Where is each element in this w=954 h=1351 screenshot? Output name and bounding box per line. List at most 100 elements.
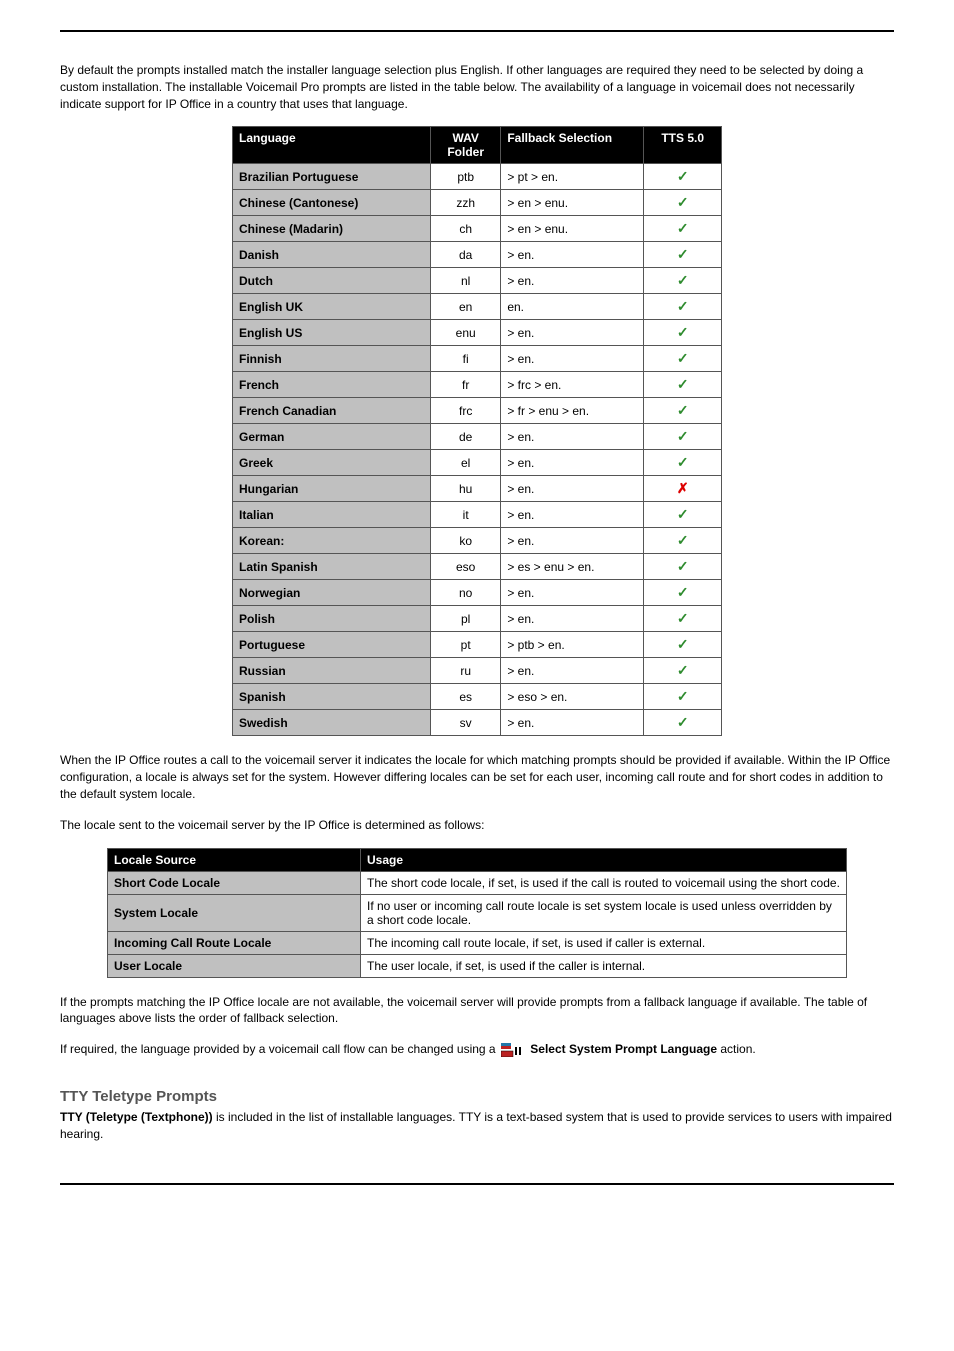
fallback-cell: > en. xyxy=(501,658,644,684)
wav-folder-cell: zzh xyxy=(431,190,501,216)
fallback-cell: > en. xyxy=(501,424,644,450)
wav-folder-cell: no xyxy=(431,580,501,606)
th-fallback: Fallback Selection xyxy=(501,127,644,164)
table-row: English USenu> en.✓ xyxy=(233,320,722,346)
tts-cell: ✓ xyxy=(644,450,722,476)
check-icon: ✓ xyxy=(677,324,689,340)
fallback-cell: > es > enu > en. xyxy=(501,554,644,580)
locale-usage-cell: If no user or incoming call route locale… xyxy=(361,894,847,931)
check-icon: ✓ xyxy=(677,376,689,392)
tts-cell: ✓ xyxy=(644,684,722,710)
cross-icon: ✗ xyxy=(677,480,689,496)
wav-folder-cell: ru xyxy=(431,658,501,684)
lang-name-cell: Norwegian xyxy=(233,580,431,606)
check-icon: ✓ xyxy=(677,454,689,470)
table-row: System LocaleIf no user or incoming call… xyxy=(108,894,847,931)
table-row: Italianit> en.✓ xyxy=(233,502,722,528)
table-row: Finnishfi> en.✓ xyxy=(233,346,722,372)
check-icon: ✓ xyxy=(677,532,689,548)
tts-cell: ✓ xyxy=(644,346,722,372)
fallback-cell: en. xyxy=(501,294,644,320)
tts-cell: ✓ xyxy=(644,164,722,190)
lang-name-cell: Brazilian Portuguese xyxy=(233,164,431,190)
tts-cell: ✓ xyxy=(644,398,722,424)
locale-usage-cell: The incoming call route locale, if set, … xyxy=(361,931,847,954)
check-icon: ✓ xyxy=(677,636,689,652)
table-row: Polishpl> en.✓ xyxy=(233,606,722,632)
lang-name-cell: Chinese (Madarin) xyxy=(233,216,431,242)
locale-usage-cell: The short code locale, if set, is used i… xyxy=(361,871,847,894)
tty-lead: TTY (Teletype (Textphone)) xyxy=(60,1110,213,1124)
check-icon: ✓ xyxy=(677,506,689,522)
paragraph-after-locale: If the prompts matching the IP Office lo… xyxy=(60,994,894,1028)
lang-name-cell: Spanish xyxy=(233,684,431,710)
tts-cell: ✓ xyxy=(644,268,722,294)
locale-source-cell: System Locale xyxy=(108,894,361,931)
check-icon: ✓ xyxy=(677,168,689,184)
wav-folder-cell: el xyxy=(431,450,501,476)
tts-cell: ✓ xyxy=(644,658,722,684)
intro-paragraph: By default the prompts installed match t… xyxy=(60,62,894,112)
table-row: Germande> en.✓ xyxy=(233,424,722,450)
lang-name-cell: English UK xyxy=(233,294,431,320)
tts-cell: ✓ xyxy=(644,372,722,398)
fallback-cell: > en. xyxy=(501,242,644,268)
locale-table: Locale Source Usage Short Code LocaleThe… xyxy=(107,848,847,978)
locale-source-cell: User Locale xyxy=(108,954,361,977)
tts-cell: ✗ xyxy=(644,476,722,502)
lang-name-cell: Chinese (Cantonese) xyxy=(233,190,431,216)
fallback-cell: > en. xyxy=(501,320,644,346)
top-rule xyxy=(60,30,894,32)
lang-name-cell: Korean: xyxy=(233,528,431,554)
lang-name-cell: Portuguese xyxy=(233,632,431,658)
fallback-cell: > en > enu. xyxy=(501,190,644,216)
wav-folder-cell: ptb xyxy=(431,164,501,190)
tts-cell: ✓ xyxy=(644,528,722,554)
locale-usage-cell: The user locale, if set, is used if the … xyxy=(361,954,847,977)
fallback-cell: > ptb > en. xyxy=(501,632,644,658)
check-icon: ✓ xyxy=(677,584,689,600)
table-row: Korean:ko> en. ✓ xyxy=(233,528,722,554)
th-locale-usage: Usage xyxy=(361,848,847,871)
wav-folder-cell: da xyxy=(431,242,501,268)
action-label: Select System Prompt Language xyxy=(530,1042,717,1056)
check-icon: ✓ xyxy=(677,558,689,574)
tty-heading: TTY Teletype Prompts xyxy=(60,1088,894,1105)
language-table: Language WAV Folder Fallback Selection T… xyxy=(232,126,722,736)
wav-folder-cell: hu xyxy=(431,476,501,502)
table-row: Latin Spanisheso> es > enu > en.✓ xyxy=(233,554,722,580)
wav-folder-cell: de xyxy=(431,424,501,450)
wav-folder-cell: es xyxy=(431,684,501,710)
lang-name-cell: Finnish xyxy=(233,346,431,372)
table-row: Danishda> en.✓ xyxy=(233,242,722,268)
tts-cell: ✓ xyxy=(644,554,722,580)
wav-folder-cell: eso xyxy=(431,554,501,580)
fallback-cell: > en. xyxy=(501,528,644,554)
check-icon: ✓ xyxy=(677,662,689,678)
fallback-cell: > en. xyxy=(501,606,644,632)
tts-cell: ✓ xyxy=(644,294,722,320)
fallback-cell: > en. xyxy=(501,502,644,528)
wav-folder-cell: fr xyxy=(431,372,501,398)
check-icon: ✓ xyxy=(677,402,689,418)
wav-folder-cell: pt xyxy=(431,632,501,658)
tts-cell: ✓ xyxy=(644,710,722,736)
check-icon: ✓ xyxy=(677,272,689,288)
th-locale-source: Locale Source xyxy=(108,848,361,871)
table-row: Chinese (Cantonese)zzh> en > enu.✓ xyxy=(233,190,722,216)
tts-cell: ✓ xyxy=(644,242,722,268)
fallback-cell: > pt > en. xyxy=(501,164,644,190)
table-row: Swedishsv> en.✓ xyxy=(233,710,722,736)
tts-cell: ✓ xyxy=(644,216,722,242)
wav-folder-cell: sv xyxy=(431,710,501,736)
check-icon: ✓ xyxy=(677,246,689,262)
tts-cell: ✓ xyxy=(644,320,722,346)
table-row: Russianru> en.✓ xyxy=(233,658,722,684)
wav-folder-cell: en xyxy=(431,294,501,320)
wav-folder-cell: ch xyxy=(431,216,501,242)
tts-cell: ✓ xyxy=(644,606,722,632)
wav-folder-cell: ko xyxy=(431,528,501,554)
locale-source-cell: Short Code Locale xyxy=(108,871,361,894)
check-icon: ✓ xyxy=(677,428,689,444)
wav-folder-cell: fi xyxy=(431,346,501,372)
